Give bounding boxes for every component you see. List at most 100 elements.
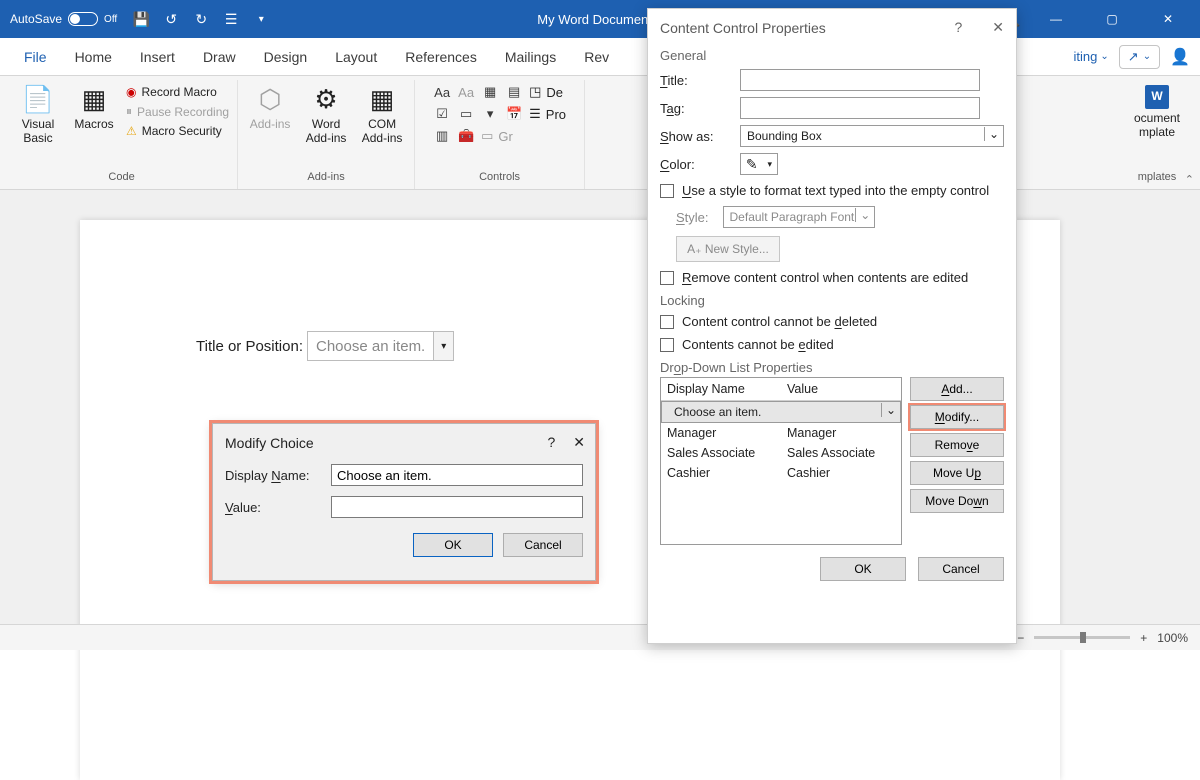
word-addins-icon: ⚙ [314,85,337,115]
chevron-down-icon[interactable]: ▾ [433,332,453,360]
group-button[interactable]: ▭Gr [481,127,513,145]
properties-button[interactable]: ☰Pro [529,105,566,123]
maximize-button[interactable]: ▢ [1090,4,1134,34]
cannot-edit-checkbox[interactable]: Contents cannot be edited [648,333,1016,356]
visual-basic-button[interactable]: 📄 Visual Basic [14,83,62,145]
title-label: Title: [660,73,730,88]
pause-recording-button[interactable]: ⏸Pause Recording [126,104,229,119]
tab-design[interactable]: Design [250,41,322,73]
legacy-tools-icon[interactable]: 🧰 [457,127,475,145]
cancel-button[interactable]: Cancel [503,533,583,557]
date-control-icon[interactable]: 📅 [505,105,523,123]
list-icon[interactable]: ☰ [221,9,241,29]
group-label-templates: mplates [1138,168,1177,189]
macros-button[interactable]: ▦ Macros [70,83,118,132]
save-icon[interactable]: 💾 [131,9,151,29]
tab-home[interactable]: Home [61,41,126,73]
show-as-label: Show as: [660,129,730,144]
add-button[interactable]: Add... [910,377,1004,401]
tab-insert[interactable]: Insert [126,41,189,73]
autosave-state: Off [104,14,117,25]
checkbox-control-icon[interactable]: ☑ [433,105,451,123]
close-button[interactable]: ✕ [1146,4,1190,34]
dropdown-icon[interactable]: ▾ [251,9,271,29]
ribbon-group-controls: Aa Aa ▦ ▤ ◳De ☑ ▭ ▾ 📅 ☰Pro ▥ 🧰 ▭Gr Contr… [415,80,585,189]
remove-cc-checkbox[interactable]: Remove content control when contents are… [648,266,1016,289]
plain-text-control-icon[interactable]: Aa [457,83,475,101]
group-label-controls: Controls [479,168,520,189]
ok-button[interactable]: OK [820,557,906,581]
tab-mailings[interactable]: Mailings [491,41,570,73]
document-area [0,190,1200,624]
building-block-icon[interactable]: ▤ [505,83,523,101]
style-row: Style: Default Paragraph Font [648,202,1016,232]
style-select[interactable]: Default Paragraph Font [723,206,876,228]
remove-button[interactable]: Remove [910,433,1004,457]
close-icon[interactable]: ✕ [573,434,585,451]
use-style-checkbox[interactable]: Use a style to format text typed into th… [648,179,1016,202]
help-icon[interactable]: ? [547,434,555,451]
design-icon: ◳ [529,84,541,100]
tab-review[interactable]: Rev [570,41,623,73]
group-label-addins: Add-ins [307,168,344,189]
share-button[interactable]: ↗⌄ [1119,45,1160,69]
tab-file[interactable]: File [10,41,61,73]
editing-mode[interactable]: iting ⌄ [1074,49,1109,64]
move-up-button[interactable]: Move Up [910,461,1004,485]
visual-basic-icon: 📄 [22,85,54,115]
ribbon-group-code: 📄 Visual Basic ▦ Macros ◉Record Macro ⏸P… [6,80,238,189]
document-field: Title or Position: Choose an item. ▾ [196,331,454,361]
account-icon[interactable]: 👤 [1170,47,1190,67]
tab-draw[interactable]: Draw [189,41,250,73]
color-picker[interactable]: ✎▾ [740,153,778,175]
macros-icon: ▦ [82,85,107,115]
com-addins-button[interactable]: ▦ COM Add-ins [358,83,406,145]
field-dropdown[interactable]: Choose an item. ▾ [307,331,454,361]
design-mode-button[interactable]: ◳De [529,83,563,101]
word-addins-button[interactable]: ⚙ Word Add-ins [302,83,350,145]
cannot-delete-checkbox[interactable]: Content control cannot be deleted [648,310,1016,333]
macro-security-button[interactable]: ⚠Macro Security [126,124,229,138]
zoom-slider[interactable] [1034,636,1130,639]
dropdown-control-icon[interactable]: ▾ [481,105,499,123]
zoom-in-icon[interactable]: + [1140,631,1147,645]
rich-text-control-icon[interactable]: Aa [433,83,451,101]
tab-references[interactable]: References [391,41,491,73]
new-style-button[interactable]: A₊ New Style... [676,236,780,262]
dropdown-list[interactable]: Display Name Value Choose an item. Manag… [660,377,902,545]
close-icon[interactable]: ✕ [992,19,1004,36]
document-template-button[interactable]: W ocument mplate [1128,83,1186,140]
title-input[interactable] [740,69,980,91]
window-titlebar: AutoSave Off 💾 ↺ ↻ ☰ ▾ My Word Document.… [0,0,1200,38]
help-icon[interactable]: ? [954,19,962,36]
modify-button[interactable]: Modify... [910,405,1004,429]
repeating-control-icon[interactable]: ▥ [433,127,451,145]
list-item: CashierCashier [661,463,901,483]
color-label: Color: [660,157,730,172]
minimize-button[interactable]: — [1034,4,1078,34]
display-name-input[interactable] [331,464,583,486]
ok-button[interactable]: OK [413,533,493,557]
show-as-select[interactable]: Bounding Box [740,125,1004,147]
toggle-track [68,12,98,26]
tab-layout[interactable]: Layout [321,41,391,73]
tag-input[interactable] [740,97,980,119]
move-down-button[interactable]: Move Down [910,489,1004,513]
collapse-ribbon-icon[interactable]: ⌃ [1185,173,1194,186]
cancel-button[interactable]: Cancel [918,557,1004,581]
autosave-toggle[interactable]: AutoSave Off [10,12,117,26]
redo-icon[interactable]: ↻ [191,9,211,29]
zoom-level[interactable]: 100% [1157,631,1188,645]
picture-control-icon[interactable]: ▦ [481,83,499,101]
value-input[interactable] [331,496,583,518]
content-control-properties-dialog: Content Control Properties ? ✕ General T… [647,8,1017,644]
record-icon: ◉ [126,85,136,99]
record-macro-button[interactable]: ◉Record Macro [126,85,229,99]
field-value: Choose an item. [308,338,433,355]
toggle-knob [70,14,80,24]
combobox-control-icon[interactable]: ▭ [457,105,475,123]
checkbox-icon [660,315,674,329]
addins-button[interactable]: ⬡ Add-ins [246,83,294,132]
undo-icon[interactable]: ↺ [161,9,181,29]
zoom-out-icon[interactable]: − [1017,631,1024,645]
